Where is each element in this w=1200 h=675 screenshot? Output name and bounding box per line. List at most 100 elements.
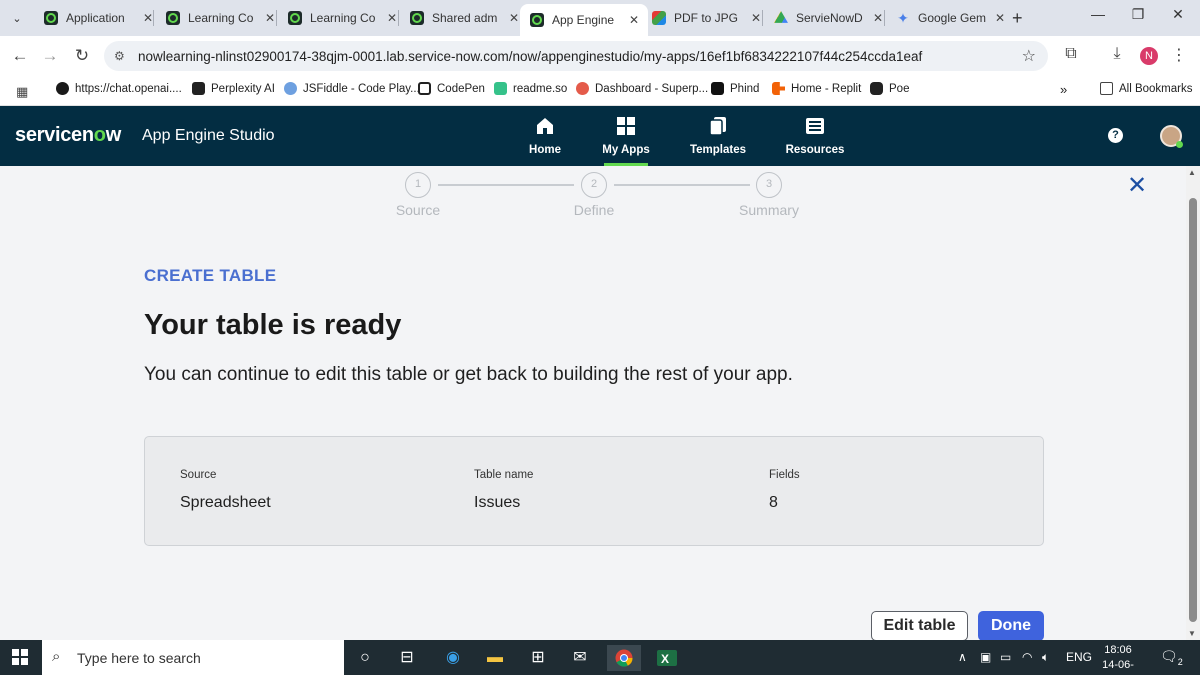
nav-home[interactable]: Home [500, 116, 590, 156]
file-explorer-icon[interactable]: ▬ [478, 645, 512, 671]
browser-tab[interactable]: Application ✕ [34, 4, 162, 32]
all-bookmarks[interactable]: All Bookmarks [1100, 82, 1193, 95]
bookmark-item[interactable]: readme.so [494, 82, 567, 95]
close-tab-icon[interactable]: ✕ [628, 13, 640, 27]
downloads-icon[interactable]: ⤓ [1106, 45, 1128, 63]
tab-title: App Engine [552, 13, 615, 27]
close-tab-icon[interactable]: ✕ [994, 11, 1006, 25]
url-text[interactable]: nowlearning-nlinst02900174-38qjm-0001.la… [138, 49, 922, 64]
wifi-icon[interactable]: ◠ [1022, 650, 1032, 664]
bookmark-item[interactable]: Dashboard - Superp... [576, 82, 708, 95]
edit-table-button[interactable]: Edit table [871, 611, 968, 641]
taskbar-clock[interactable]: 18:06 14-06-2025 [1096, 643, 1140, 675]
step-label: Summary [739, 202, 799, 218]
cortana-circle-icon[interactable]: ○ [348, 645, 382, 671]
notification-center-icon[interactable]: 🗨︎2 [1160, 648, 1183, 667]
close-tab-icon[interactable]: ✕ [750, 11, 762, 25]
bookmark-star-icon[interactable]: ☆ [1022, 46, 1036, 66]
summary-table-name: Table name Issues [474, 469, 533, 512]
new-tab-plus-icon[interactable]: + [1012, 8, 1023, 29]
bookmark-label: readme.so [513, 82, 568, 95]
table-summary-card: Source Spreadsheet Table name Issues Fie… [144, 436, 1044, 546]
close-window-icon[interactable]: ✕ [1163, 6, 1193, 23]
nav-templates[interactable]: Templates [673, 116, 763, 156]
taskbar-search[interactable]: ⌕ Type here to search [42, 640, 344, 675]
nav-resources[interactable]: Resources [770, 116, 860, 156]
profile-avatar[interactable]: N [1140, 47, 1158, 65]
site-settings-icon[interactable]: ⚙ [114, 49, 125, 63]
close-tab-icon[interactable]: ✕ [508, 11, 520, 25]
show-hidden-icons-icon[interactable]: ∧ [958, 650, 967, 664]
bookmark-item[interactable]: Poe [870, 82, 909, 95]
mail-icon[interactable]: ✉ [563, 645, 597, 671]
tab-divider [884, 10, 885, 26]
browser-menu-icon[interactable]: ⋮ [1168, 45, 1190, 65]
bookmarks-overflow-icon[interactable]: » [1060, 82, 1067, 97]
browser-tab[interactable]: Shared adm ✕ [400, 4, 528, 32]
browser-tab[interactable]: ✦ Google Gem ✕ [886, 4, 1014, 32]
bookmark-label: Phind [730, 82, 760, 95]
windows-start-icon[interactable] [12, 649, 28, 670]
colorful-grid-icon [652, 11, 666, 25]
excel-icon[interactable]: X [650, 645, 684, 671]
browser-tab[interactable]: Learning Co ✕ [278, 4, 406, 32]
browser-tab[interactable]: ServieNowD ✕ [764, 4, 892, 32]
svg-text:X: X [661, 652, 669, 666]
browser-tab-active[interactable]: App Engine ✕ [520, 4, 648, 36]
chrome-icon[interactable] [607, 645, 641, 671]
battery-icon[interactable]: ▭ [1000, 650, 1011, 664]
help-icon[interactable]: ? [1108, 128, 1123, 143]
taskbar-search-placeholder: Type here to search [77, 650, 201, 666]
address-bar[interactable]: ⚙ nowlearning-nlinst02900174-38qjm-0001.… [104, 41, 1048, 71]
summary-value: 8 [769, 494, 778, 511]
user-avatar[interactable] [1160, 125, 1183, 148]
scrollbar-thumb[interactable] [1189, 198, 1197, 622]
forward-arrow-icon[interactable]: → [38, 44, 62, 68]
nav-my-apps[interactable]: My Apps [581, 116, 671, 166]
tab-title: Shared adm [432, 11, 498, 25]
section-eyebrow: CREATE TABLE [144, 266, 277, 285]
bookmark-item[interactable]: Phind [711, 82, 759, 95]
bookmark-item[interactable]: https://chat.openai.... [56, 82, 182, 95]
bookmarks-bar: ▦ https://chat.openai.... Perplexity AI … [0, 76, 1200, 106]
restore-window-icon[interactable]: ❐ [1123, 6, 1153, 23]
meet-now-icon[interactable]: ▣ [980, 650, 991, 664]
browser-tab[interactable]: PDF to JPG C ✕ [642, 4, 770, 32]
bookmark-item[interactable]: Home - Replit [772, 82, 861, 95]
servicenow-logo[interactable]: servicenow [15, 124, 121, 147]
bookmark-item[interactable]: Perplexity AI [192, 82, 275, 95]
bookmark-label: https://chat.openai.... [75, 82, 182, 95]
servicenow-icon [44, 11, 58, 25]
page-scrollbar[interactable]: ▲ ▼ [1186, 166, 1200, 640]
clock-time: 18:06 [1104, 644, 1132, 656]
step-define: 2 Define [534, 172, 654, 218]
servicenow-icon [166, 11, 180, 25]
close-tab-icon[interactable]: ✕ [872, 11, 884, 25]
task-view-icon[interactable]: ⊟ [390, 645, 424, 671]
scroll-up-icon[interactable]: ▲ [1188, 168, 1196, 177]
close-tab-icon[interactable]: ✕ [264, 11, 276, 25]
apps-grid-icon[interactable]: ▦ [16, 84, 28, 100]
volume-icon[interactable]: 🔈︎ [1042, 650, 1049, 665]
tab-search-chevron-icon[interactable]: ⌄ [6, 8, 28, 28]
minimize-window-icon[interactable]: — [1083, 6, 1113, 22]
replit-icon [772, 82, 785, 95]
home-icon [500, 116, 590, 140]
bookmark-item[interactable]: JSFiddle - Code Play... [284, 82, 420, 95]
back-arrow-icon[interactable]: ← [8, 44, 32, 68]
reload-icon[interactable]: ↻ [70, 44, 94, 68]
browser-tab[interactable]: Learning Co ✕ [156, 4, 284, 32]
language-indicator[interactable]: ENG [1066, 650, 1092, 664]
nav-label: Resources [785, 144, 845, 156]
tab-title: Learning Co [188, 11, 254, 25]
store-bag-icon[interactable]: ⊞ [521, 645, 555, 671]
extensions-puzzle-icon[interactable]: ⧉ [1060, 45, 1082, 63]
done-button[interactable]: Done [978, 611, 1044, 641]
bookmark-item[interactable]: CodePen [418, 82, 485, 95]
close-tab-icon[interactable]: ✕ [386, 11, 398, 25]
tab-title: ServieNowD [796, 11, 863, 25]
scroll-down-icon[interactable]: ▼ [1188, 629, 1196, 638]
edge-browser-icon[interactable]: ◉ [436, 645, 470, 671]
nav-label: My Apps [602, 144, 650, 156]
close-icon[interactable]: ✕ [1127, 174, 1147, 198]
